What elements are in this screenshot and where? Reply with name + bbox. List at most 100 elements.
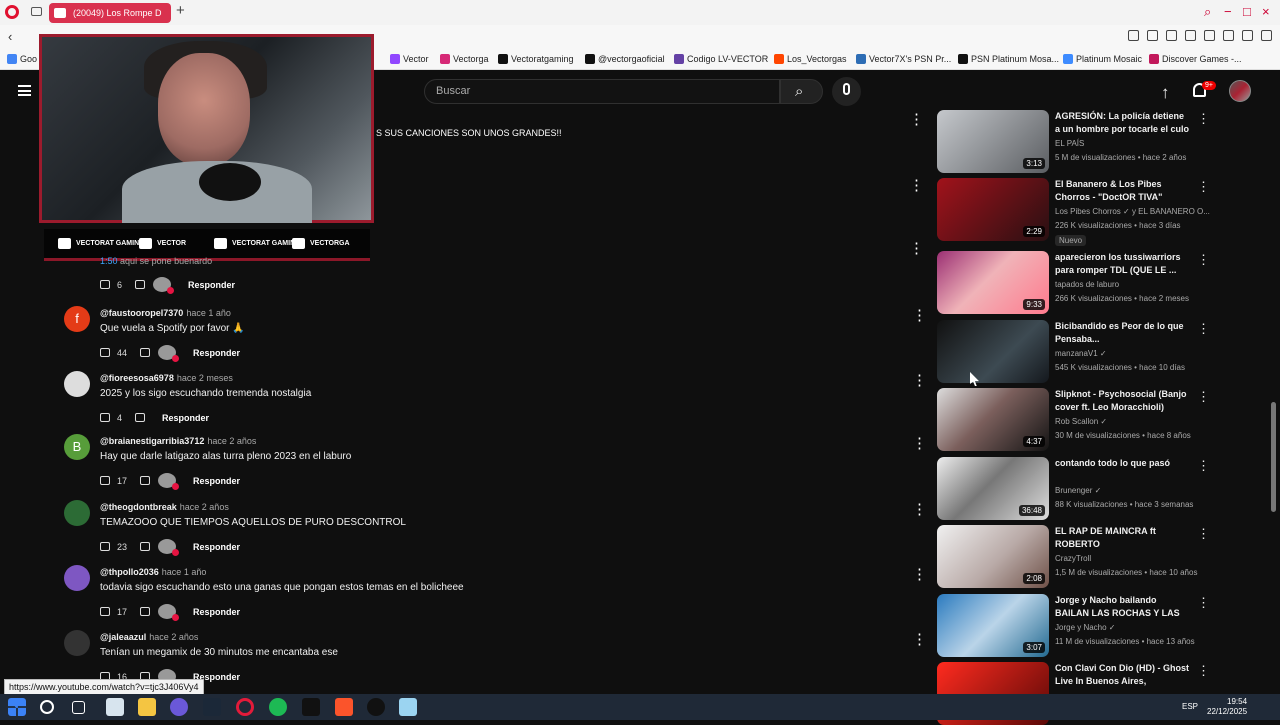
comment-author[interactable]: @thpollo2036 hace 1 año (100, 567, 206, 577)
commenter-avatar[interactable] (64, 565, 90, 591)
comment-more-icon[interactable]: ⋮ (909, 176, 924, 194)
video-more-icon[interactable]: ⋮ (1197, 663, 1210, 679)
new-tab-icon[interactable]: + (176, 2, 185, 19)
bookmark-tiktok[interactable]: @vectorgaoficial (585, 54, 665, 64)
windows-start-icon[interactable] (8, 698, 26, 716)
related-video[interactable]: 4:37 Slipknot - Psychosocial (Banjo cover… (937, 386, 1212, 451)
search-tabs-icon[interactable]: ⌕ (1204, 4, 1211, 20)
comment-more-icon[interactable]: ⋮ (912, 500, 927, 518)
dislike-icon[interactable] (140, 348, 151, 357)
related-video[interactable]: 9:33 aparecieron los tussiwarriors para r… (937, 249, 1212, 314)
spotify-icon[interactable] (269, 698, 287, 716)
comment-more-icon[interactable]: ⋮ (912, 434, 927, 452)
close-icon[interactable]: × (1262, 4, 1270, 19)
video-more-icon[interactable]: ⋮ (1197, 595, 1210, 611)
bookmark-google[interactable]: Goo (7, 54, 37, 64)
app-icon[interactable] (106, 698, 124, 716)
like-icon[interactable] (100, 476, 110, 485)
search-button[interactable]: ⌕ (780, 79, 823, 104)
ai-icon[interactable] (1242, 30, 1253, 41)
comment-author[interactable]: @faustooropel7370 hace 1 año (100, 308, 231, 318)
language-indicator[interactable]: ESP (1182, 702, 1198, 711)
comment-more-icon[interactable]: ⋮ (912, 565, 927, 583)
related-video[interactable]: 3:07 Jorge y Nacho bailando BAILAN LAS RO… (937, 592, 1212, 657)
steam-icon[interactable] (203, 698, 221, 716)
dislike-icon[interactable] (140, 542, 151, 551)
bookmark-discover-games[interactable]: Discover Games -... (1149, 54, 1242, 64)
bookmark-vectorga[interactable]: Vectorga (440, 54, 489, 64)
reply-button[interactable]: Responder (193, 476, 240, 486)
system-clock[interactable]: 19:54 22/12/2025 (1207, 697, 1247, 717)
comment-more-icon[interactable]: ⋮ (909, 110, 924, 128)
like-icon[interactable] (100, 348, 110, 357)
account-avatar[interactable] (1229, 80, 1251, 102)
video-more-icon[interactable]: ⋮ (1197, 526, 1210, 542)
maximize-icon[interactable]: □ (1243, 4, 1251, 19)
reply-button[interactable]: Responder (193, 607, 240, 617)
dislike-icon[interactable] (140, 476, 151, 485)
page-scrollbar[interactable] (1271, 402, 1276, 512)
comment-more-icon[interactable]: ⋮ (912, 630, 927, 648)
related-video[interactable]: 36:48 contando todo lo que pasó Brunenger … (937, 455, 1212, 520)
video-more-icon[interactable]: ⋮ (1197, 458, 1210, 474)
minimize-icon[interactable]: − (1224, 4, 1232, 19)
heart-icon[interactable] (1166, 30, 1177, 41)
task-view-icon[interactable] (72, 701, 85, 714)
video-more-icon[interactable]: ⋮ (1197, 321, 1210, 337)
workspace-icon[interactable] (31, 7, 42, 16)
upload-icon[interactable]: ↑ (1161, 83, 1170, 103)
comment-more-icon[interactable]: ⋮ (909, 239, 924, 257)
bookmark-vector[interactable]: Vector (390, 54, 429, 64)
bookmark-psn-profile[interactable]: Vector7X's PSN Pr... (856, 54, 951, 64)
discord-icon[interactable] (170, 698, 188, 716)
commenter-avatar[interactable] (64, 371, 90, 397)
like-icon[interactable] (100, 542, 110, 551)
comment-author[interactable]: @braianestigarribia3712 hace 2 años (100, 436, 256, 446)
comment-author[interactable]: @fioreesosa6978 hace 2 meses (100, 373, 233, 383)
back-icon[interactable]: ‹ (8, 29, 12, 44)
timestamp-link[interactable]: 1:50 (100, 256, 118, 266)
bookmark-los-vectorgas[interactable]: Los_Vectorgas (774, 54, 847, 64)
search-taskbar-icon[interactable] (40, 700, 54, 714)
bookmark-codigo[interactable]: Codigo LV-VECTOR (674, 54, 768, 64)
opera-logo-icon[interactable] (5, 5, 19, 19)
hamburger-menu-icon[interactable] (18, 85, 31, 96)
screenshot-icon[interactable] (1185, 30, 1196, 41)
video-more-icon[interactable]: ⋮ (1197, 252, 1210, 268)
video-more-icon[interactable]: ⋮ (1197, 179, 1210, 195)
brave-icon[interactable] (335, 698, 353, 716)
dislike-icon[interactable] (140, 607, 151, 616)
extensions-icon[interactable] (1204, 30, 1215, 41)
like-icon[interactable] (100, 413, 110, 422)
reply-button[interactable]: Responder (193, 348, 240, 358)
commenter-avatar[interactable]: B (64, 434, 90, 460)
browser-tab-active[interactable]: (20049) Los Rompe D (49, 3, 171, 23)
comment-author[interactable]: @jaleaazul hace 2 años (100, 632, 198, 642)
comment-more-icon[interactable]: ⋮ (912, 371, 927, 389)
shield-icon[interactable] (1147, 30, 1158, 41)
reply-button[interactable]: Responder (193, 542, 240, 552)
bookmark-psn-platinum[interactable]: PSN Platinum Mosa... (958, 54, 1059, 64)
voice-search-button[interactable] (832, 77, 861, 106)
opera-taskbar-icon[interactable] (236, 698, 254, 716)
like-icon[interactable] (100, 280, 110, 289)
reply-button[interactable]: Responder (162, 413, 209, 423)
comment-more-icon[interactable]: ⋮ (912, 306, 927, 324)
bookmark-platinum-mosaic[interactable]: Platinum Mosaic (1063, 54, 1142, 64)
video-more-icon[interactable]: ⋮ (1197, 389, 1210, 405)
comment-author[interactable]: @theogdontbreak hace 2 años (100, 502, 229, 512)
file-explorer-icon[interactable] (138, 698, 156, 716)
commenter-avatar[interactable] (64, 630, 90, 656)
dislike-icon[interactable] (135, 280, 146, 289)
epic-icon[interactable] (302, 698, 320, 716)
bookmark-vectoratgaming[interactable]: Vectoratgaming (498, 54, 574, 64)
related-video[interactable]: 2:29 El Bananero & Los Pibes Chorros - "D… (937, 176, 1212, 246)
reply-button[interactable]: Responder (188, 280, 235, 290)
search-input[interactable]: Buscar (424, 79, 780, 104)
like-icon[interactable] (100, 607, 110, 616)
video-more-icon[interactable]: ⋮ (1197, 111, 1210, 127)
obs-icon[interactable] (367, 698, 385, 716)
menu-icon[interactable] (1261, 30, 1272, 41)
dislike-icon[interactable] (135, 413, 146, 422)
commenter-avatar[interactable]: f (64, 306, 90, 332)
